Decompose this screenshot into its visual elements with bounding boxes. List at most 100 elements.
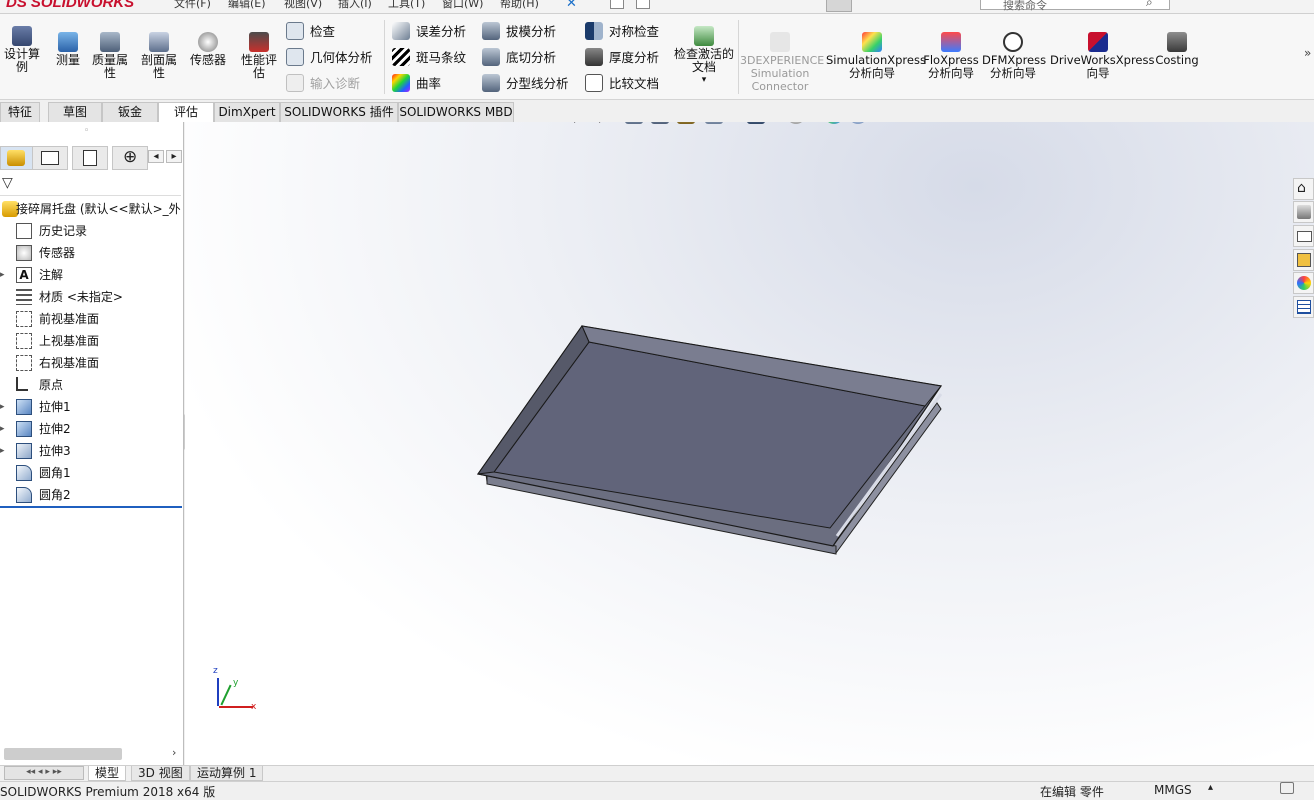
tab-solidworks-mbd[interactable]: SOLIDWORKS MBD bbox=[398, 102, 514, 122]
search-input[interactable]: 搜索命令 bbox=[980, 0, 1170, 12]
section-properties-button[interactable]: 剖面属性 bbox=[136, 32, 182, 80]
new-doc-icon[interactable] bbox=[610, 0, 624, 9]
expand-icon[interactable]: ▸ bbox=[0, 264, 5, 286]
menu-edit[interactable]: 编辑(E) bbox=[228, 0, 266, 11]
menu-tools[interactable]: 工具(T) bbox=[388, 0, 425, 11]
task-pane-custom-properties[interactable] bbox=[1293, 296, 1314, 318]
part-model[interactable] bbox=[185, 122, 1314, 765]
driveworksxpress-button[interactable]: DriveWorksXpress 向导 bbox=[1050, 32, 1154, 80]
tree-item-label: 材质 <未指定> bbox=[39, 290, 123, 304]
tree-root-part[interactable]: 接碎屑托盘 (默认<<默认>_外 bbox=[0, 198, 182, 220]
tree-filter[interactable]: ▽ bbox=[0, 172, 181, 196]
graphics-viewport[interactable]: ⌕ ⌕ ◧ ◨ – ❐ ✕ z y x bbox=[185, 122, 1314, 765]
menu-view[interactable]: 视图(V) bbox=[284, 0, 322, 11]
connector-label: 3DEXPERIENCE Simulation Connector bbox=[740, 54, 825, 93]
task-pane-resources[interactable] bbox=[1293, 201, 1314, 223]
solidworks-logo[interactable]: DS SOLIDWORKS bbox=[0, 0, 146, 13]
tree-item-history[interactable]: 历史记录 bbox=[0, 220, 182, 242]
tab-3d-view[interactable]: 3D 视图 bbox=[131, 766, 190, 781]
tree-item-top-plane[interactable]: 上视基准面 bbox=[0, 330, 182, 352]
import-diagnostics-icon bbox=[286, 74, 304, 92]
task-pane-home[interactable]: ⌂ bbox=[1293, 178, 1314, 200]
parting-line-analysis-button[interactable]: 分型线分析 bbox=[482, 74, 569, 94]
panel-scroll-left-icon[interactable]: ◂ bbox=[148, 150, 164, 163]
tree-item-right-plane[interactable]: 右视基准面 bbox=[0, 352, 182, 374]
mass-properties-button[interactable]: 质量属性 bbox=[88, 32, 132, 80]
task-pane-appearances[interactable] bbox=[1293, 272, 1314, 294]
import-diagnostics-button[interactable]: 输入诊断 bbox=[286, 74, 360, 94]
floxpress-button[interactable]: FloXpress 分析向导 bbox=[922, 32, 980, 80]
select-arrow-icon[interactable] bbox=[826, 0, 852, 12]
rollback-bar[interactable] bbox=[0, 506, 182, 508]
tab-features[interactable]: 特征 bbox=[0, 102, 40, 122]
dropdown-arrow-icon[interactable]: ▾ bbox=[674, 74, 734, 87]
check-button[interactable]: 检查 bbox=[286, 22, 335, 42]
tree-item-fillet1[interactable]: 圆角1 bbox=[0, 462, 182, 484]
tab-feature-tree[interactable] bbox=[0, 146, 36, 170]
task-pane-view-palette[interactable] bbox=[1293, 249, 1314, 271]
costing-button[interactable]: Costing bbox=[1150, 32, 1204, 67]
tab-sketch[interactable]: 草图 bbox=[48, 102, 102, 122]
open-icon[interactable] bbox=[636, 0, 650, 9]
search-icon[interactable]: ⌕ bbox=[1146, 0, 1153, 10]
performance-evaluation-button[interactable]: 性能评估 bbox=[236, 32, 282, 80]
tree-item-extrude2[interactable]: ▸ 拉伸2 bbox=[0, 418, 182, 440]
expand-toolbar-icon[interactable]: » bbox=[1304, 46, 1311, 60]
expand-icon[interactable]: ▸ bbox=[0, 396, 5, 418]
measure-label: 测量 bbox=[55, 53, 80, 67]
check-active-document-button[interactable]: 检查激活的文档 ▾ bbox=[674, 26, 734, 87]
tab-solidworks-addins[interactable]: SOLIDWORKS 插件 bbox=[280, 102, 398, 122]
tab-dimxpert[interactable]: DimXpert bbox=[214, 102, 280, 122]
geometry-analysis-button[interactable]: 几何体分析 bbox=[286, 48, 373, 68]
tree-item-extrude3[interactable]: ▸ 拉伸3 bbox=[0, 440, 182, 462]
panel-grip-icon[interactable]: ◦ bbox=[84, 126, 89, 136]
expand-icon[interactable]: ▸ bbox=[0, 440, 5, 462]
horizontal-scrollbar[interactable] bbox=[4, 748, 122, 760]
symmetry-check-button[interactable]: 对称检查 bbox=[585, 22, 659, 42]
check-icon bbox=[286, 22, 304, 40]
menu-window[interactable]: 窗口(W) bbox=[442, 0, 483, 11]
gauge-icon bbox=[198, 32, 218, 52]
tab-sheet-metal[interactable]: 钣金 bbox=[102, 102, 158, 122]
3dexperience-connector-button[interactable]: 3DEXPERIENCE Simulation Connector bbox=[740, 32, 824, 93]
tree-item-annotations[interactable]: ▸ A 注解 bbox=[0, 264, 182, 286]
sensor-button[interactable]: 传感器 bbox=[186, 32, 230, 67]
tree-item-material[interactable]: 材质 <未指定> bbox=[0, 286, 182, 308]
panel-scroll-right-icon[interactable]: ▸ bbox=[166, 150, 182, 163]
dfmxpress-button[interactable]: DFMXpress 分析向导 bbox=[982, 32, 1046, 80]
menu-file[interactable]: 文件(F) bbox=[174, 0, 211, 11]
simulationxpress-button[interactable]: SimulationXpress 分析向导 bbox=[826, 32, 926, 80]
tab-evaluate[interactable]: 评估 bbox=[158, 102, 214, 122]
deviation-analysis-button[interactable]: 误差分析 bbox=[392, 22, 466, 42]
tree-item-fillet2[interactable]: 圆角2 bbox=[0, 484, 182, 506]
tab-scroll-arrows-icon[interactable]: ◂◂ ◂ ▸ ▸▸ bbox=[4, 766, 84, 780]
tab-model[interactable]: 模型 bbox=[88, 766, 127, 781]
tab-configuration-manager[interactable] bbox=[72, 146, 108, 170]
scroll-right-icon[interactable]: › bbox=[172, 746, 176, 759]
tab-property-manager[interactable] bbox=[32, 146, 68, 170]
expand-icon[interactable]: ▸ bbox=[0, 418, 5, 440]
measure-button[interactable]: 测量 bbox=[50, 32, 86, 67]
help-bubble-icon[interactable] bbox=[1280, 782, 1294, 794]
compare-documents-button[interactable]: 比较文档 bbox=[585, 74, 659, 94]
tree-item-extrude1[interactable]: ▸ 拉伸1 bbox=[0, 396, 182, 418]
draft-analysis-button[interactable]: 拔模分析 bbox=[482, 22, 556, 42]
tree-item-origin[interactable]: 原点 bbox=[0, 374, 182, 396]
undercut-analysis-button[interactable]: 底切分析 bbox=[482, 48, 556, 68]
scale-icon bbox=[100, 32, 120, 52]
thickness-analysis-button[interactable]: 厚度分析 bbox=[585, 48, 659, 68]
tree-item-front-plane[interactable]: 前视基准面 bbox=[0, 308, 182, 330]
design-study-button[interactable]: 设计算例 bbox=[0, 26, 44, 74]
task-pane-file-explorer[interactable] bbox=[1293, 225, 1314, 247]
zebra-stripes-button[interactable]: 斑马条纹 bbox=[392, 48, 466, 68]
menu-insert[interactable]: 插入(I) bbox=[338, 0, 372, 11]
menu-help[interactable]: 帮助(H) bbox=[500, 0, 539, 11]
tab-dimxpert-manager[interactable]: ⊕ bbox=[112, 146, 148, 170]
units-dropdown-icon[interactable]: ▴ bbox=[1208, 782, 1213, 793]
tab-motion-study[interactable]: 运动算例 1 bbox=[190, 766, 264, 781]
tree-item-sensors[interactable]: 传感器 bbox=[0, 242, 182, 264]
pin-icon[interactable]: ✕ bbox=[566, 0, 577, 11]
curvature-button[interactable]: 曲率 bbox=[392, 74, 441, 94]
status-product: SOLIDWORKS Premium 2018 x64 版 bbox=[0, 785, 216, 799]
cut-extrude-icon bbox=[16, 443, 32, 459]
